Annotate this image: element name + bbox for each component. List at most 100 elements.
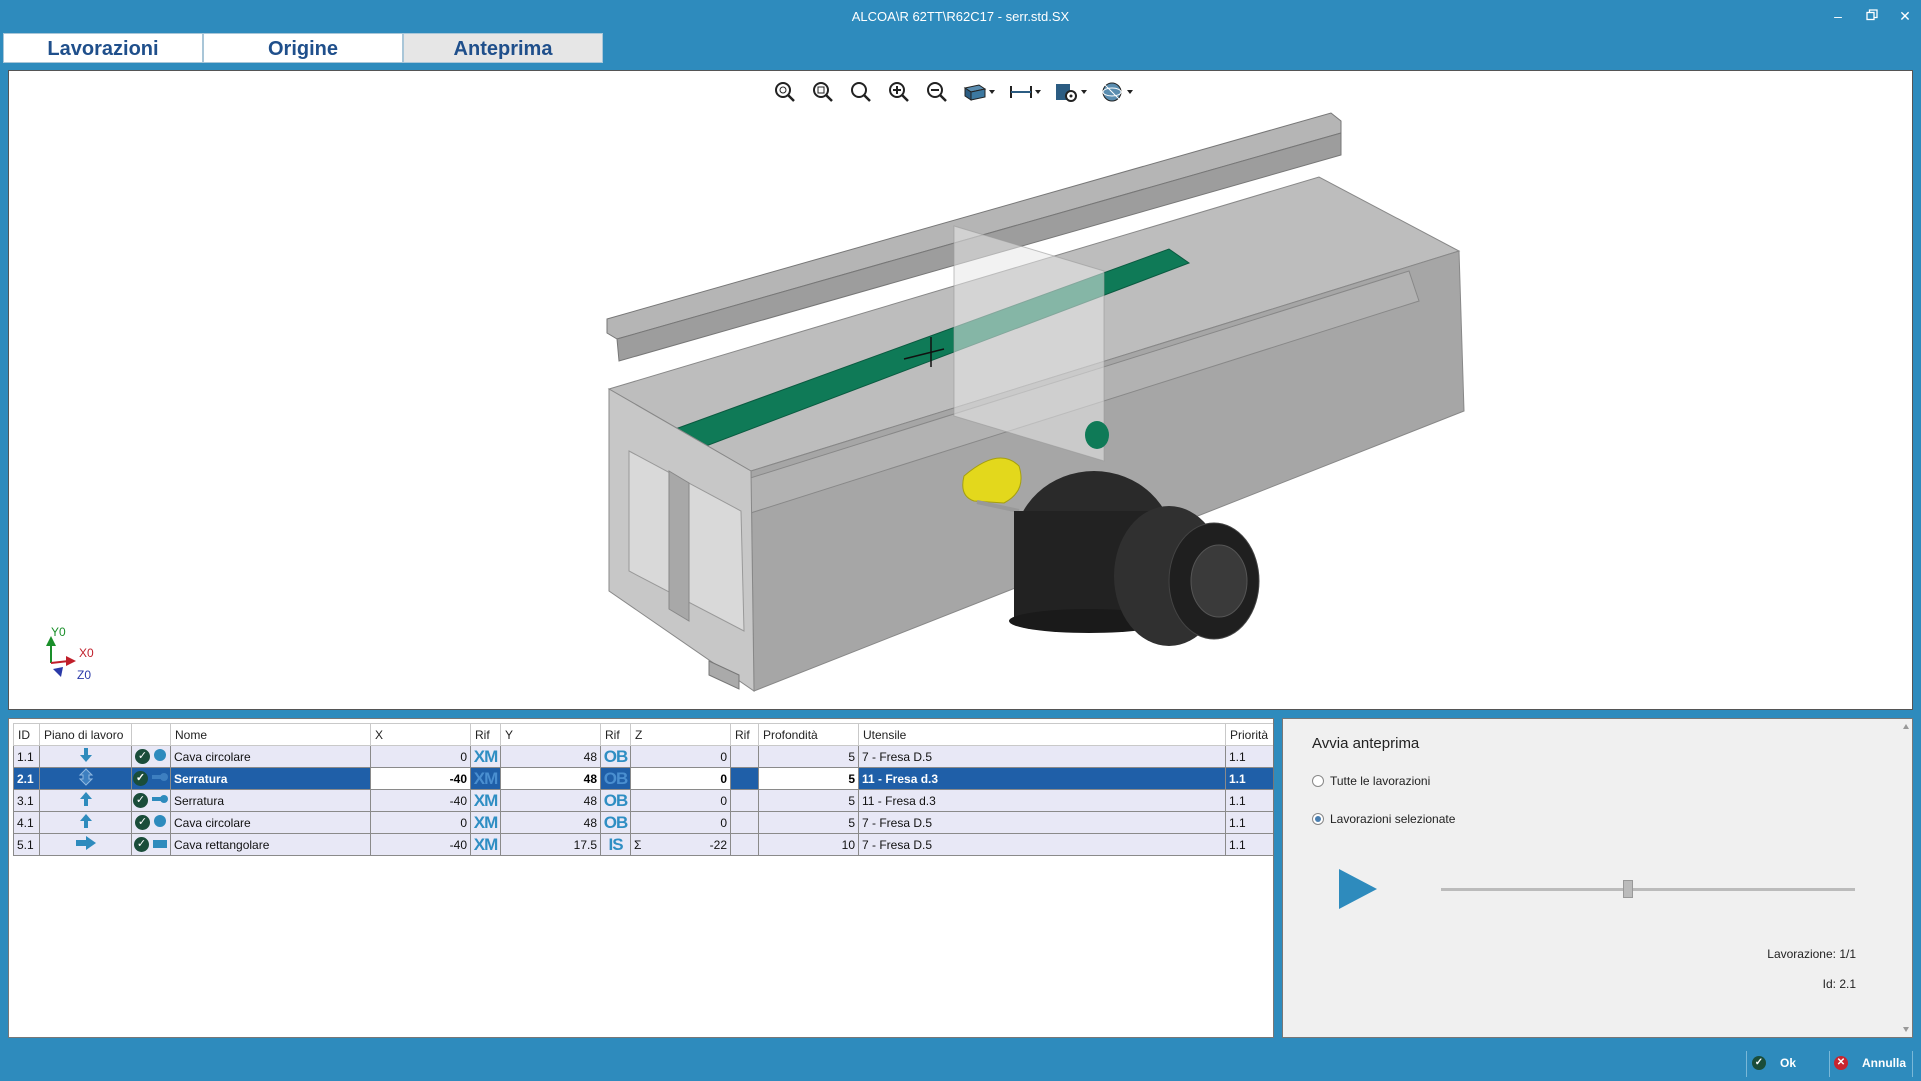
col-rif-z[interactable]: Rif [730,723,759,746]
ok-button[interactable]: ✓ Ok [1752,1056,1796,1070]
row-rif-z[interactable] [730,811,759,834]
check-icon: ✓ [133,793,148,809]
row-z[interactable]: 0 [630,767,731,790]
row-rif-x[interactable]: XM [470,745,501,768]
col-profondita[interactable]: Profondità [758,723,859,746]
radio-selected-operations[interactable]: Lavorazioni selezionate [1312,812,1455,826]
row-rif-z[interactable] [730,833,759,856]
row-z[interactable]: 0 [630,789,731,812]
row-rif-x[interactable]: XM [470,767,501,790]
arrow-down-icon[interactable] [39,745,132,768]
row-x[interactable]: 0 [370,745,471,768]
title-bar: ALCOA\R 62TT\R62C17 - serr.std.SX – ✕ [0,0,1921,32]
row-x[interactable]: -40 [370,833,471,856]
radio-button[interactable] [1312,775,1324,787]
row-z[interactable]: 0 [630,811,731,834]
circle-icon [153,748,167,765]
row-profondita[interactable]: 10 [758,833,859,856]
zoom-in-icon[interactable] [883,78,915,106]
col-utensile[interactable]: Utensile [858,723,1226,746]
row-rif-z[interactable] [730,789,759,812]
row-y[interactable]: 48 [500,767,601,790]
table-row[interactable]: 5.1 ✓ Cava rettangolare -40 XM 17.5 IS Σ… [13,833,1273,856]
col-rif-x[interactable]: Rif [470,723,501,746]
row-y[interactable]: 48 [500,745,601,768]
col-nome[interactable]: Nome [170,723,371,746]
row-y[interactable]: 48 [500,789,601,812]
row-rif-y[interactable]: IS [600,833,631,856]
col-x[interactable]: X [370,723,471,746]
close-icon[interactable]: ✕ [1893,6,1917,26]
table-row-selected[interactable]: 2.1 ✓ Serratura -40 XM 48 OB 0 5 11 - Fr… [13,767,1273,790]
row-nome: Serratura [170,789,371,812]
row-profondita[interactable]: 5 [758,767,859,790]
row-utensile[interactable]: 7 - Fresa D.5 [858,745,1226,768]
table-row[interactable]: 3.1 ✓ Serratura -40 XM 48 OB 0 5 11 - Fr… [13,789,1273,812]
zoom-extents-icon[interactable] [769,78,801,106]
play-icon[interactable] [1339,869,1377,909]
zoom-window-icon[interactable] [807,78,839,106]
zoom-select-icon[interactable] [845,78,877,106]
row-profondita[interactable]: 5 [758,745,859,768]
row-rif-x[interactable]: XM [470,833,501,856]
row-rif-y[interactable]: OB [600,811,631,834]
view-cube-icon[interactable] [959,78,999,106]
panel-scrollbar[interactable] [1900,719,1912,1037]
col-y[interactable]: Y [500,723,601,746]
col-shape[interactable] [131,723,171,746]
row-x[interactable]: -40 [370,767,471,790]
row-rif-z[interactable] [730,767,759,790]
minimize-icon[interactable]: – [1826,6,1850,26]
row-z[interactable]: 0 [630,745,731,768]
table-row[interactable]: 4.1 ✓ Cava circolare 0 XM 48 OB 0 5 7 - … [13,811,1273,834]
preview-title: Avvia anteprima [1312,735,1420,752]
row-profondita[interactable]: 5 [758,811,859,834]
row-utensile[interactable]: 7 - Fresa D.5 [858,833,1226,856]
settings-icon[interactable] [1051,78,1091,106]
row-utensile[interactable]: 11 - Fresa d.3 [858,789,1226,812]
row-rif-y[interactable]: OB [600,745,631,768]
restore-icon[interactable] [1860,6,1884,26]
measure-icon[interactable] [1005,78,1045,106]
cancel-button[interactable]: ✕ Annulla [1834,1056,1906,1070]
table-row[interactable]: 1.1 ✓ Cava circolare 0 XM 48 OB 0 5 7 - … [13,745,1273,768]
arrow-up-icon[interactable] [39,811,132,834]
row-y[interactable]: 48 [500,811,601,834]
render-mode-icon[interactable] [1097,78,1137,106]
row-rif-x[interactable]: XM [470,789,501,812]
row-z: -22 [709,837,727,852]
progress-slider-thumb[interactable] [1623,880,1633,898]
row-x[interactable]: -40 [370,789,471,812]
tab-anteprima[interactable]: Anteprima [403,33,603,63]
progress-slider-track[interactable] [1441,888,1855,891]
row-y[interactable]: 17.5 [500,833,601,856]
arrow-diamond-icon[interactable] [39,767,132,790]
col-id[interactable]: ID [13,723,40,746]
col-priorita[interactable]: Priorità [1225,723,1273,746]
arrow-up-icon[interactable] [39,789,132,812]
row-x[interactable]: 0 [370,811,471,834]
current-id: Id: 2.1 [1822,977,1856,991]
row-utensile[interactable]: 7 - Fresa D.5 [858,811,1226,834]
tab-origine[interactable]: Origine [203,33,403,63]
row-utensile[interactable]: 11 - Fresa d.3 [858,767,1226,790]
radio-button-checked[interactable] [1312,813,1324,825]
svg-text:Y0: Y0 [51,625,66,639]
row-rif-x[interactable]: XM [470,811,501,834]
row-rif-y[interactable]: OB [600,767,631,790]
row-priorita: 1.1 [1225,767,1273,790]
radio-all-operations[interactable]: Tutte le lavorazioni [1312,774,1430,788]
row-rif-z[interactable] [730,745,759,768]
col-z[interactable]: Z [630,723,731,746]
preview-viewport[interactable]: Y0 X0 Z0 [8,70,1913,710]
check-icon: ✓ [134,837,149,853]
col-piano[interactable]: Piano di lavoro [39,723,132,746]
svg-text:X0: X0 [79,646,94,660]
table-header: ID Piano di lavoro Nome X Rif Y Rif Z Ri… [13,723,1273,746]
col-rif-y[interactable]: Rif [600,723,631,746]
tab-lavorazioni[interactable]: Lavorazioni [3,33,203,63]
zoom-out-icon[interactable] [921,78,953,106]
row-rif-y[interactable]: OB [600,789,631,812]
arrow-right-icon[interactable] [39,833,132,856]
row-profondita[interactable]: 5 [758,789,859,812]
